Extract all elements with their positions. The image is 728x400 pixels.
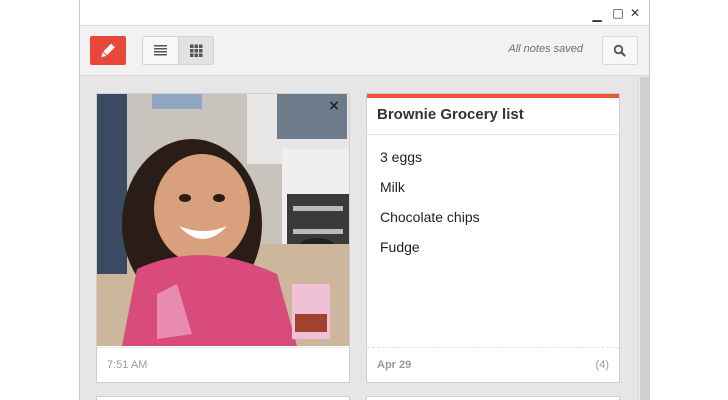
- search-button[interactable]: [602, 36, 638, 65]
- search-icon: [613, 44, 626, 57]
- pencil-icon: [101, 42, 117, 58]
- maximize-button[interactable]: □: [610, 5, 626, 21]
- note-photo: ×: [97, 94, 349, 346]
- grid-view-icon: [190, 44, 203, 57]
- title-bar: ▁ □ ✕: [80, 0, 649, 26]
- scrollbar-thumb[interactable]: [640, 77, 649, 400]
- list-view-button[interactable]: [143, 37, 178, 64]
- grid-view-button[interactable]: [178, 37, 213, 64]
- title-divider: [367, 134, 619, 135]
- note-card[interactable]: [96, 396, 350, 400]
- toolbar: All notes saved: [80, 26, 649, 76]
- list-view-icon: [154, 45, 167, 56]
- note-title: Brownie Grocery list: [377, 106, 524, 123]
- view-toggle: [142, 36, 214, 65]
- new-note-button[interactable]: [90, 36, 126, 65]
- notes-app-window: ▁ □ ✕ All notes saved × 7:51 AM Brownie …: [79, 0, 650, 400]
- note-date: Apr 29: [377, 359, 412, 371]
- remove-photo-icon[interactable]: ×: [326, 98, 342, 114]
- photo-image: [97, 94, 349, 346]
- note-timestamp: 7:51 AM: [107, 359, 148, 371]
- list-note-card[interactable]: Brownie Grocery list 3 eggs Milk Chocola…: [366, 93, 620, 383]
- list-item: Fudge: [380, 239, 420, 255]
- item-count: (4): [595, 359, 609, 371]
- note-color-bar: [367, 94, 619, 98]
- save-status-text: All notes saved: [508, 43, 583, 55]
- scrollbar[interactable]: [638, 77, 649, 400]
- list-item: 3 eggs: [380, 149, 423, 165]
- photo-note-card[interactable]: × 7:51 AM: [96, 93, 350, 383]
- note-list: 3 eggs Milk Chocolate chips Fudge: [380, 149, 480, 269]
- note-footer: Apr 29 (4): [367, 347, 619, 382]
- note-footer: 7:51 AM: [97, 347, 349, 382]
- minimize-button[interactable]: ▁: [589, 7, 605, 23]
- close-window-button[interactable]: ✕: [627, 5, 643, 21]
- list-item: Chocolate chips: [380, 209, 480, 225]
- list-item: Milk: [380, 179, 405, 195]
- note-card[interactable]: [366, 396, 620, 400]
- notes-grid: × 7:51 AM Brownie Grocery list 3 eggs Mi…: [80, 77, 637, 400]
